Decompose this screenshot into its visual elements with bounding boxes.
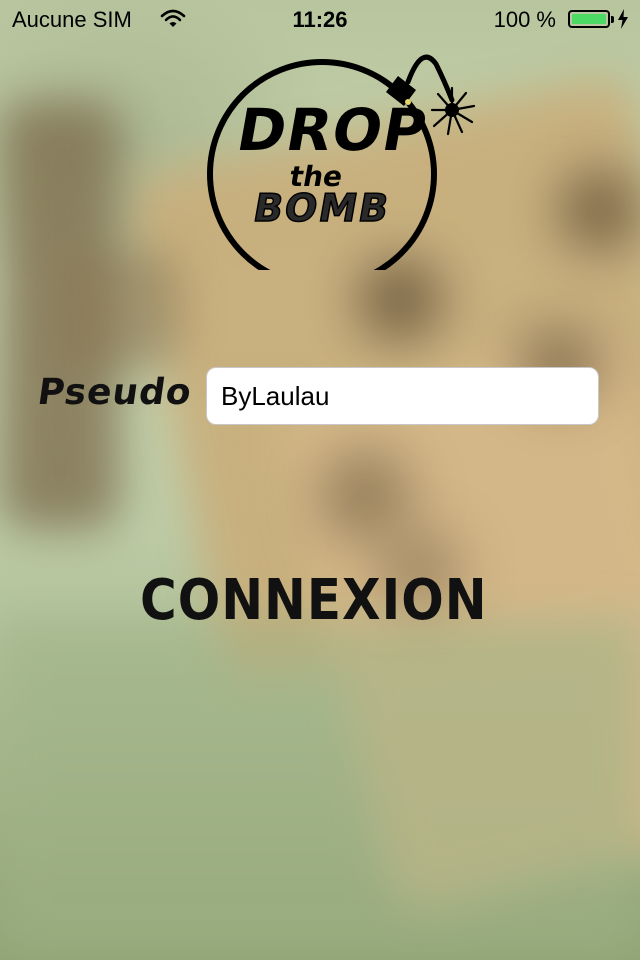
charging-bolt-icon bbox=[618, 9, 628, 35]
battery-percent: 100 % bbox=[493, 7, 556, 32]
pseudo-label: Pseudo : bbox=[35, 372, 224, 413]
logo-drop: DROP bbox=[232, 96, 433, 164]
drop-the-bomb-logo: DROP the BOMB bbox=[200, 40, 480, 270]
logo-bomb: BOMB bbox=[249, 185, 394, 231]
connexion-button[interactable]: CONNEXION bbox=[140, 557, 487, 642]
battery-icon bbox=[568, 10, 614, 28]
pseudo-input[interactable] bbox=[206, 367, 599, 425]
status-bar: Aucune SIM 11:26 100 % bbox=[0, 0, 640, 40]
